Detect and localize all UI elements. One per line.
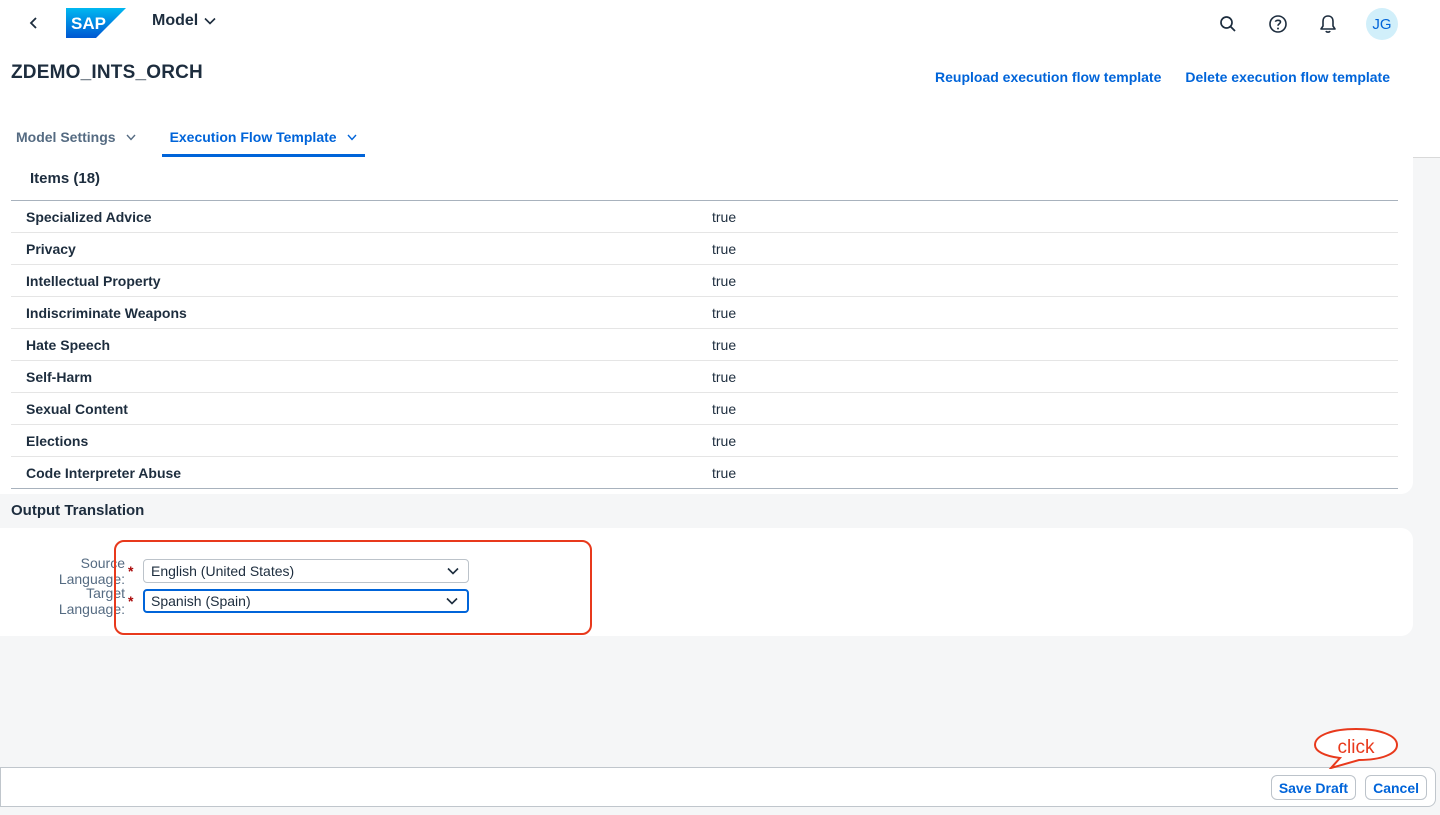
- items-panel: Items (18) Specialized Advice true Privac…: [0, 157, 1413, 494]
- table-row: Code Interpreter Abuse true: [11, 457, 1398, 489]
- sap-logo[interactable]: SAP: [66, 8, 126, 43]
- table-row: Privacy true: [11, 233, 1398, 265]
- item-name: Hate Speech: [26, 336, 111, 353]
- source-language-select[interactable]: English (United States): [143, 559, 469, 583]
- footer-toolbar: Save Draft Cancel: [0, 767, 1436, 807]
- tab-execution-flow-template[interactable]: Execution Flow Template: [161, 118, 365, 157]
- shell-bar: SAP Model JG: [0, 0, 1440, 46]
- svg-text:SAP: SAP: [71, 14, 106, 33]
- page-title: ZDEMO_INTS_ORCH: [11, 62, 203, 83]
- target-language-select[interactable]: Spanish (Spain): [143, 589, 469, 613]
- item-name: Specialized Advice: [26, 208, 152, 225]
- item-name: Elections: [26, 432, 89, 449]
- item-name: Indiscriminate Weapons: [26, 304, 187, 321]
- item-name: Sexual Content: [26, 400, 128, 417]
- item-value: true: [712, 304, 737, 321]
- help-icon: [1269, 15, 1287, 33]
- chevron-down-icon: [347, 134, 357, 141]
- tab-bar: Model Settings Execution Flow Template: [0, 118, 365, 157]
- target-language-row: Target Language: * Spanish (Spain): [17, 585, 469, 617]
- table-row: Elections true: [11, 425, 1398, 457]
- item-value: true: [712, 464, 737, 481]
- app-menu-button[interactable]: Model: [152, 12, 216, 30]
- items-table: Specialized Advice true Privacy true Intel…: [11, 200, 1398, 489]
- app-menu-label: Model: [152, 12, 199, 29]
- required-marker: *: [128, 563, 134, 579]
- chevron-down-icon: [204, 17, 216, 25]
- table-row: Specialized Advice true: [11, 201, 1398, 233]
- delete-template-link[interactable]: Delete execution flow template: [1185, 69, 1390, 85]
- items-title: Items (18): [30, 170, 101, 187]
- help-button[interactable]: [1264, 10, 1292, 38]
- required-marker: *: [128, 593, 134, 609]
- back-button[interactable]: [22, 11, 46, 35]
- tab-model-settings[interactable]: Model Settings: [8, 118, 144, 156]
- item-value: true: [712, 336, 737, 353]
- object-page-header: ZDEMO_INTS_ORCH Reupload execution flow …: [0, 46, 1440, 158]
- chevron-down-icon: [447, 567, 459, 575]
- item-value: true: [712, 240, 737, 257]
- tab-label: Model Settings: [16, 129, 116, 145]
- target-language-label: Target Language:: [58, 585, 125, 617]
- chevron-down-icon: [126, 134, 136, 141]
- source-language-row: Source Language: * English (United State…: [17, 555, 469, 587]
- table-row: Intellectual Property true: [11, 265, 1398, 297]
- table-row: Indiscriminate Weapons true: [11, 297, 1398, 329]
- source-language-value: English (United States): [151, 563, 295, 579]
- tab-label: Execution Flow Template: [169, 129, 337, 145]
- output-translation-title: Output Translation: [11, 502, 145, 519]
- chevron-down-icon: [446, 597, 458, 605]
- cancel-button[interactable]: Cancel: [1365, 775, 1427, 800]
- back-icon: [29, 17, 37, 29]
- target-language-value: Spanish (Spain): [151, 593, 251, 609]
- table-row: Hate Speech true: [11, 329, 1398, 361]
- reupload-template-link[interactable]: Reupload execution flow template: [935, 69, 1161, 85]
- save-draft-button[interactable]: Save Draft: [1270, 775, 1357, 800]
- item-value: true: [712, 208, 737, 225]
- table-row: Self-Harm true: [11, 361, 1398, 393]
- item-name: Self-Harm: [26, 368, 93, 385]
- notification-bell-icon: [1320, 15, 1336, 33]
- annotation-callout-text: click: [1337, 737, 1375, 758]
- item-value: true: [712, 400, 737, 417]
- output-translation-panel: Source Language: * English (United State…: [0, 528, 1413, 636]
- item-value: true: [712, 272, 737, 289]
- user-avatar[interactable]: JG: [1366, 8, 1398, 40]
- item-value: true: [712, 432, 737, 449]
- table-row: Sexual Content true: [11, 393, 1398, 425]
- item-name: Intellectual Property: [26, 272, 161, 289]
- source-language-label: Source Language:: [58, 555, 125, 587]
- search-button[interactable]: [1214, 10, 1242, 38]
- notifications-button[interactable]: [1314, 10, 1342, 38]
- item-name: Privacy: [26, 240, 76, 257]
- search-icon: [1220, 16, 1236, 32]
- item-value: true: [712, 368, 737, 385]
- item-name: Code Interpreter Abuse: [26, 464, 182, 481]
